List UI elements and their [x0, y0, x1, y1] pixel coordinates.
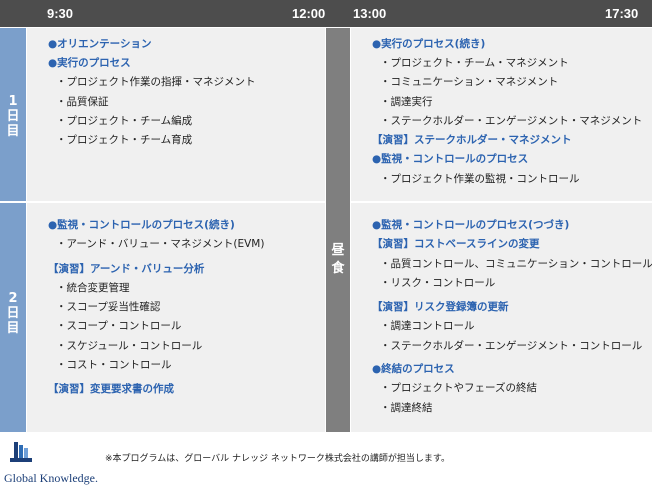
- time-start-am: 9:30: [47, 6, 74, 21]
- schedule-item: ●監視・コントロールのプロセス: [372, 153, 529, 165]
- logo-text: Global Knowledge.: [4, 471, 98, 485]
- schedule-item: 【演習】変更要求書の作成: [48, 383, 174, 395]
- schedule-item: ・スケジュール・コントロール: [56, 340, 203, 352]
- schedule-item: ●オリエンテーション: [48, 38, 152, 50]
- schedule-item: ・ステークホルダー・エンゲージメント・コントロール: [380, 340, 643, 352]
- schedule-item: ・アーンド・バリュー・マネジメント(EVM): [56, 238, 265, 250]
- day1-label: 1 日 目: [6, 94, 20, 139]
- schedule-item: ・スコープ・コントロール: [56, 320, 182, 332]
- schedule-item: ●実行のプロセス(続き): [372, 38, 486, 50]
- schedule-item: ・品質保証: [56, 96, 109, 108]
- schedule-item: 【演習】アーンド・バリュー分析: [48, 263, 205, 275]
- schedule-item: 【演習】ステークホルダー・マネジメント: [372, 134, 572, 146]
- schedule-item: ●監視・コントロールのプロセス(続き): [48, 219, 235, 231]
- schedule-item: ●終結のプロセス: [372, 363, 455, 375]
- schedule-item: ・リスク・コントロール: [380, 277, 496, 289]
- schedule-item: ・プロジェクト作業の指揮・マネジメント: [56, 76, 256, 88]
- schedule-item: ・ステークホルダー・エンゲージメント・マネジメント: [380, 115, 643, 127]
- day2-label-column: 2 日 目: [0, 203, 26, 432]
- day2-label: 2 日 目: [6, 291, 20, 336]
- schedule-item: ・プロジェクト・チーム・マネジメント: [380, 57, 569, 69]
- day1-label-column: 1 日 目: [0, 28, 26, 201]
- global-knowledge-logo-icon: [10, 442, 32, 462]
- schedule-item: ●実行のプロセス: [48, 57, 131, 69]
- schedule-item: ●監視・コントロールのプロセス(つづき): [372, 219, 570, 231]
- time-header: 9:30 12:00 13:00 17:30: [0, 0, 652, 27]
- schedule-item: ・プロジェクト作業の監視・コントロール: [380, 173, 580, 185]
- schedule-item: ・調達コントロール: [380, 320, 475, 332]
- schedule-item: ・コミュニケーション・マネジメント: [380, 76, 559, 88]
- lunch-column: 昼 食: [326, 28, 350, 432]
- schedule-item: 【演習】コストベースラインの変更: [372, 238, 540, 250]
- schedule-item: 【演習】リスク登録簿の更新: [372, 301, 509, 313]
- schedule-item: ・調達終結: [380, 402, 433, 414]
- time-end-am: 12:00: [292, 6, 326, 21]
- lunch-label: 昼 食: [331, 243, 345, 276]
- time-end-pm: 17:30: [605, 6, 639, 21]
- schedule-item: ・プロジェクト・チーム編成: [56, 115, 193, 127]
- time-start-pm: 13:00: [353, 6, 387, 21]
- footer-note: ※本プログラムは、グローバル ナレッジ ネットワーク株式会社の講師が担当します。: [105, 454, 451, 464]
- schedule-item: ・調達実行: [380, 96, 433, 108]
- schedule-item: ・統合変更管理: [56, 282, 130, 294]
- schedule-item: ・プロジェクト・チーム育成: [56, 134, 193, 146]
- schedule-item: ・コスト・コントロール: [56, 359, 172, 371]
- schedule-item: ・プロジェクトやフェーズの終結: [380, 382, 537, 394]
- schedule-item: ・品質コントロール、コミュニケーション・コントロール: [380, 258, 652, 270]
- schedule-item: ・スコープ妥当性確認: [56, 301, 161, 313]
